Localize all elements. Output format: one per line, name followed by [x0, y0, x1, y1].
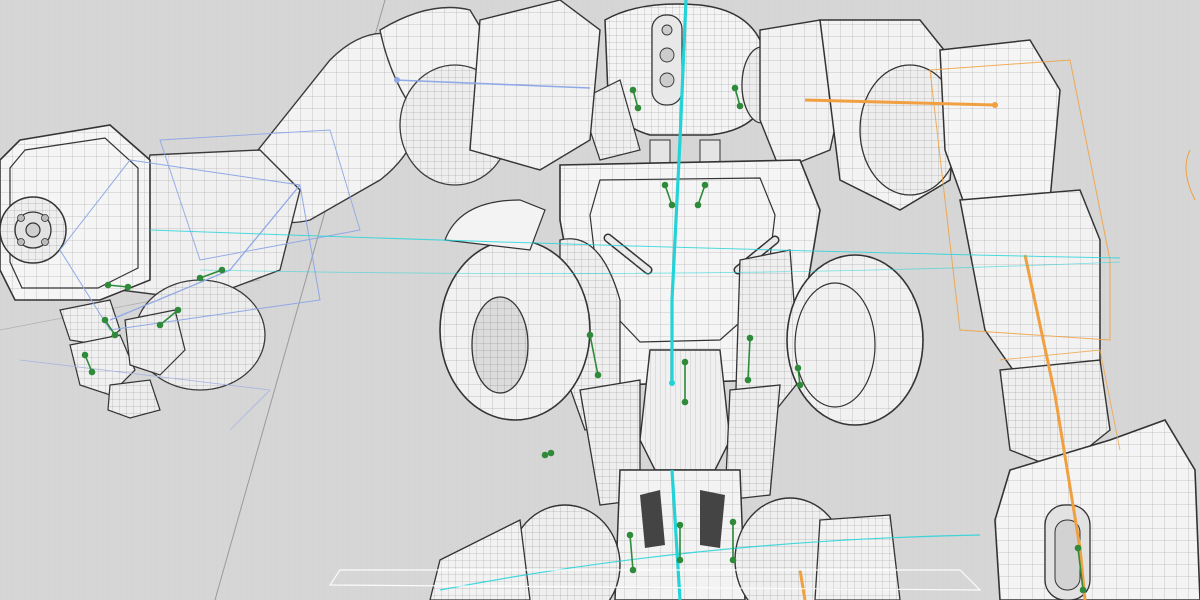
right-hip-wheel[interactable] — [786, 254, 924, 426]
3d-viewport[interactable] — [0, 0, 1200, 600]
scene-canvas[interactable] — [0, 0, 1200, 600]
